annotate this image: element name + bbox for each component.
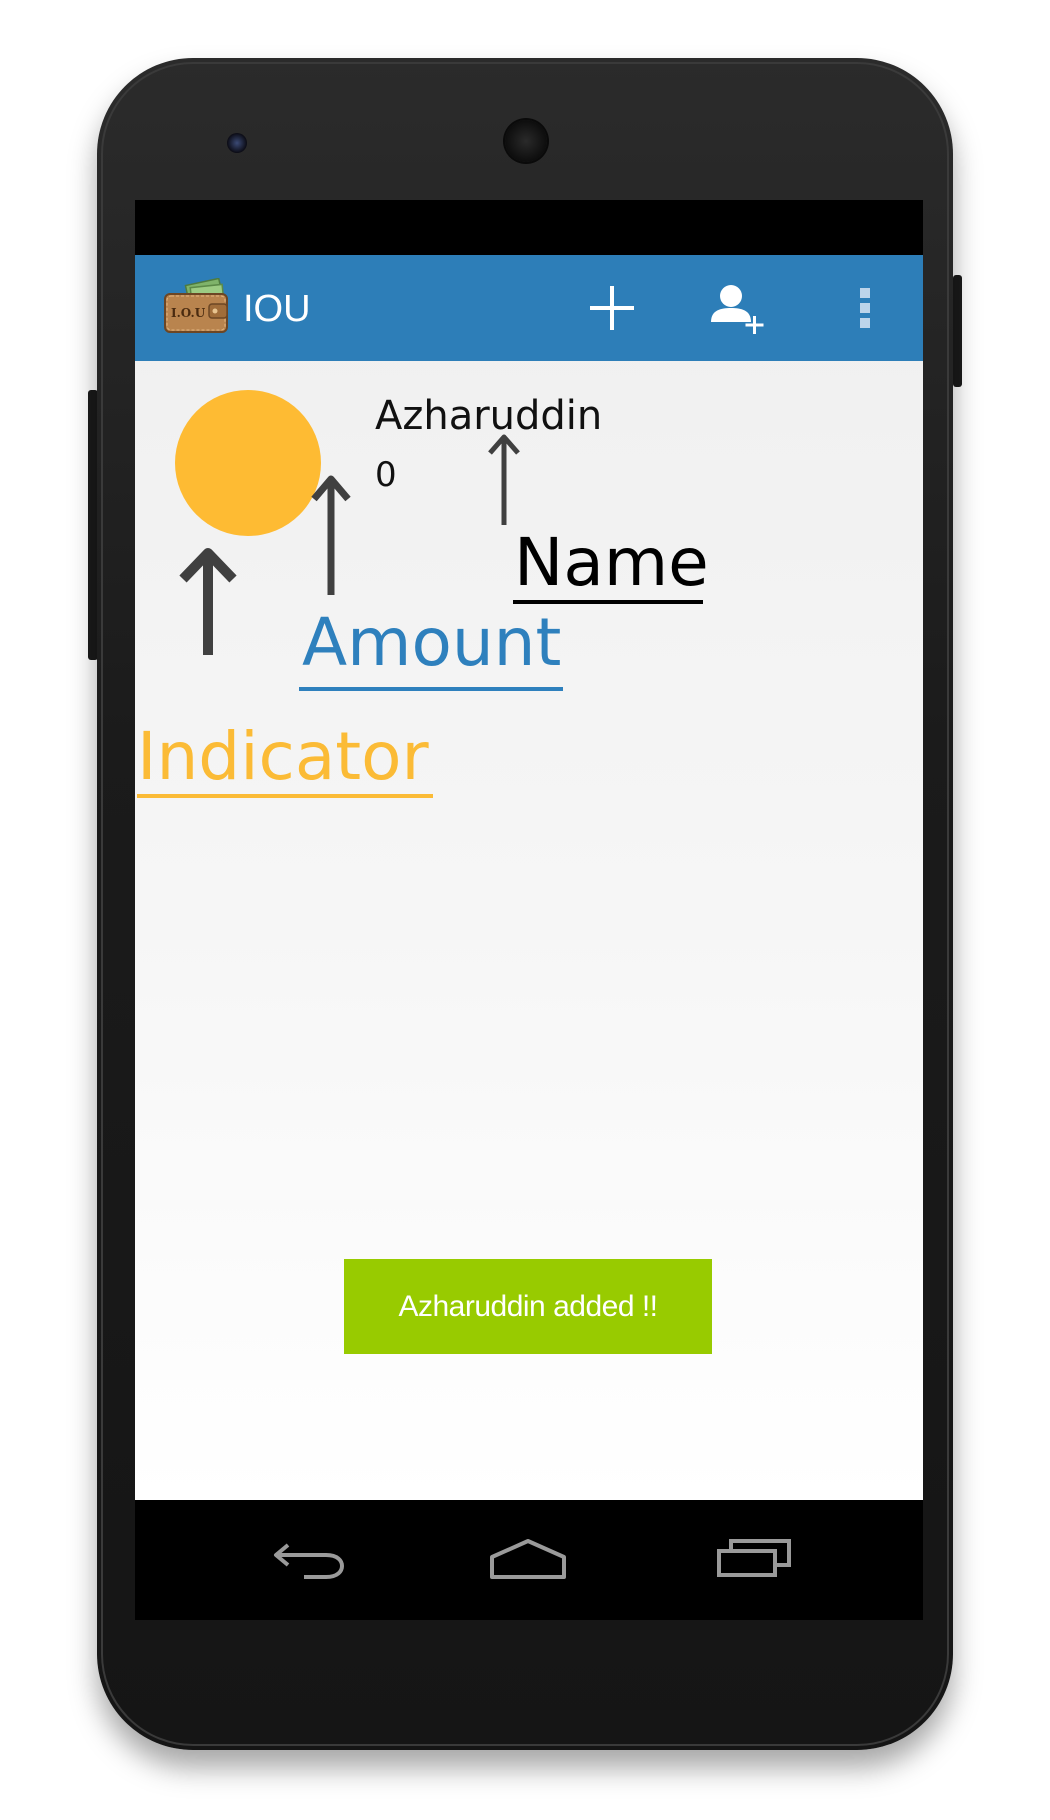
app-title: IOU	[243, 288, 311, 330]
indicator-annotation: Indicator	[137, 718, 429, 795]
device-mockup: I.O.U IOU Azharuddin 0 Name Amount Indic…	[0, 0, 1050, 1820]
earpiece-speaker	[505, 120, 547, 162]
navigation-bar	[135, 1500, 923, 1620]
home-icon	[490, 1539, 566, 1579]
name-arrow	[488, 434, 520, 525]
recents-button[interactable]	[695, 1518, 815, 1598]
svg-text:I.O.U: I.O.U	[171, 306, 206, 320]
indicator-arrow	[179, 548, 237, 655]
indicator-annotation-underline	[137, 794, 433, 798]
toast-text: Azharuddin added !!	[398, 1289, 658, 1323]
amount-arrow	[311, 475, 351, 595]
status-bar	[135, 200, 923, 255]
recents-icon	[717, 1539, 791, 1577]
front-camera	[227, 133, 247, 153]
action-bar: I.O.U IOU	[135, 255, 923, 361]
iou-wallet-icon[interactable]: I.O.U	[163, 277, 231, 336]
overflow-menu-icon	[860, 288, 870, 328]
home-button[interactable]	[468, 1518, 588, 1598]
add-person-icon	[711, 285, 764, 334]
back-icon	[274, 1543, 345, 1579]
amount-annotation: Amount	[302, 604, 562, 681]
balance-indicator[interactable]	[175, 390, 321, 536]
power-button	[953, 275, 962, 387]
name-annotation: Name	[514, 524, 709, 601]
amount-annotation-underline	[299, 687, 563, 691]
app-screen: I.O.U IOU Azharuddin 0 Name Amount Indic…	[135, 200, 923, 1500]
add-button[interactable]	[577, 273, 647, 343]
add-person-button[interactable]	[702, 273, 772, 343]
back-button[interactable]	[250, 1518, 370, 1598]
toast-message: Azharuddin added !!	[344, 1259, 712, 1354]
add-icon	[590, 286, 634, 330]
overflow-menu-button[interactable]	[835, 273, 895, 343]
amount-value[interactable]: 0	[375, 452, 397, 498]
